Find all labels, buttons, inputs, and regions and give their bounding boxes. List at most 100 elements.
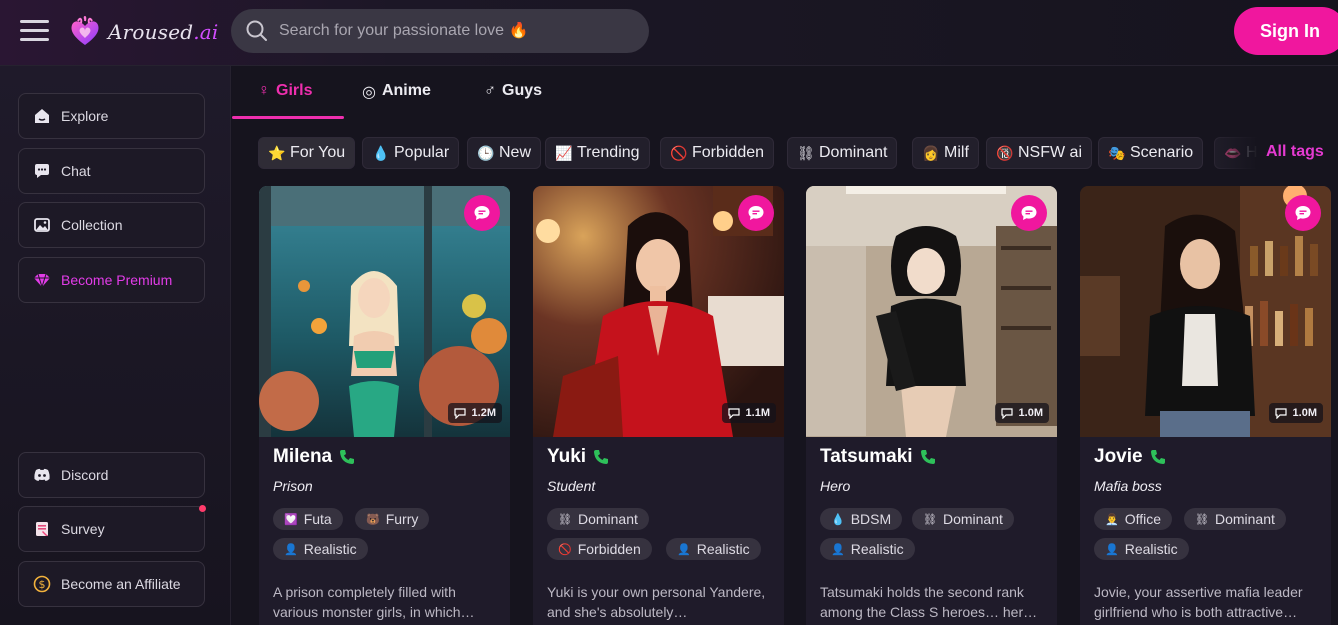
sidebar-item-chat[interactable]: Chat [18,148,205,194]
logo-text: Aroused.ai [108,20,219,44]
character-card-milena[interactable]: 1.2M Milena Prison 💟 Futa 🐻 Furry 👤 Realist… [259,186,510,625]
character-tag[interactable]: 🚫 Forbidden [547,538,652,560]
phone-icon[interactable] [338,448,356,466]
character-description: Tatsumaki holds the second rank among th… [820,584,1038,620]
tag-label: Scenario [1130,144,1194,161]
sidebar-item-label: Collection [61,217,123,233]
sidebar-item-label: Explore [61,108,109,124]
character-tag[interactable]: 💧 BDSM [820,508,903,530]
phone-icon[interactable] [592,448,610,466]
views-badge: 1.0M [994,403,1049,423]
home-icon [35,109,49,123]
name-text: Yuki [547,446,587,467]
svg-text:$: $ [39,578,46,591]
character-tag[interactable]: 👤 Realistic [1094,538,1189,560]
all-tags-link[interactable]: All tags [1266,143,1324,161]
drop-icon: 💧 [831,513,845,526]
chat-bubble-icon[interactable] [1011,195,1047,231]
name-text: Milena [273,446,333,467]
views-badge: 1.2M [447,403,502,423]
tag-label: Dominant [819,144,888,161]
character-role: Student [547,478,596,494]
chip-label: Realistic [303,541,357,557]
tag-nsfw-ai[interactable]: 🔞 NSFW ai [986,137,1092,169]
character-tag[interactable]: ⛓ Dominant [1184,508,1286,530]
chat-bubble-icon[interactable] [464,195,500,231]
chat-bubble-icon[interactable] [738,195,774,231]
menu-icon[interactable] [20,20,49,42]
tag-scenario[interactable]: 🎭 Scenario [1098,137,1204,169]
sidebar-item-explore[interactable]: Explore [18,93,205,139]
character-tag[interactable]: 💟 Futa [273,508,343,530]
character-tag[interactable]: 👤 Realistic [820,538,915,560]
sidebar-item-affiliate[interactable]: $ Become an Affiliate [18,561,205,607]
character-tag[interactable]: ⛓ Dominant [547,508,649,530]
drop-icon: 💧 [372,144,390,161]
tags-fade-overlay [1202,132,1272,174]
tag-label: New [499,144,532,161]
character-card-yuki[interactable]: 1.1M Yuki Student ⛓ Dominant 🚫 Forbidden 👤… [533,186,784,625]
tag-label: Popular [394,144,450,161]
phone-icon[interactable] [919,448,937,466]
tag-for-you[interactable]: ⭐ For You [258,137,356,169]
search-bar[interactable] [231,9,649,53]
tab-girls[interactable]: ♀ Girls [258,82,312,119]
phone-icon[interactable] [1149,448,1167,466]
tab-anime[interactable]: ◎ Anime [362,82,431,119]
tag-milf[interactable]: 👩 Milf [912,137,979,169]
diamond-icon [34,273,50,289]
character-name: Jovie [1094,446,1167,468]
tag-filter-bar: ⭐ For You 💧 Popular 🕒 New 📈 Trending 🚫 Forbid… [258,137,1338,169]
tag-popular[interactable]: 💧 Popular [362,137,460,169]
discord-icon [34,468,50,481]
character-tag[interactable]: 👤 Realistic [273,538,368,560]
tag-forbidden[interactable]: 🚫 Forbidden [660,137,775,169]
office-worker-icon: 👨‍💼 [1105,513,1119,526]
sidebar-item-premium[interactable]: Become Premium [18,257,205,303]
chain-icon: ⛓ [797,144,815,161]
character-tag[interactable]: 🐻 Furry [355,508,430,530]
search-input[interactable] [279,22,609,40]
tag-dominant[interactable]: ⛓ Dominant [787,137,898,169]
character-description: A prison completely filled with various … [273,584,475,620]
forbidden-icon: 🚫 [558,543,572,556]
person-icon: 👤 [677,543,691,556]
trending-icon: 📈 [555,144,573,161]
character-tag[interactable]: 👤 Realistic [666,538,761,560]
character-card-tatsumaki[interactable]: 1.0M Tatsumaki Hero 💧 BDSM ⛓ Dominant 👤 Rea… [806,186,1057,625]
character-card-jovie[interactable]: 1.0M Jovie Mafia boss 👨‍💼 Office ⛓ Dominan… [1080,186,1331,625]
chat-count-icon [1274,407,1287,419]
chip-label: Dominant [1214,511,1275,527]
tag-label: NSFW ai [1018,144,1082,161]
male-icon: ♂ [484,82,496,99]
tag-label: Forbidden [692,144,765,161]
character-tag[interactable]: ⛓ Dominant [912,508,1014,530]
dollar-icon: $ [33,575,51,593]
character-role: Hero [820,478,851,494]
sidebar: Explore Chat Collection Become Premium D… [0,66,231,625]
woman-icon: 👩 [922,144,940,161]
tab-guys[interactable]: ♂ Guys [484,82,542,119]
clock-icon: 🕒 [477,144,495,161]
sidebar-item-survey[interactable]: Survey [18,505,206,552]
chip-label: Realistic [696,541,750,557]
views-badge: 1.1M [721,403,776,423]
character-name: Yuki [547,446,610,468]
sidebar-item-label: Become an Affiliate [61,576,181,592]
tag-new[interactable]: 🕒 New [467,137,542,169]
chat-icon [35,164,49,178]
person-icon: 👤 [831,543,845,556]
views-count: 1.0M [1018,407,1043,419]
tag-trending[interactable]: 📈 Trending [545,137,650,169]
chat-bubble-icon[interactable] [1285,195,1321,231]
sidebar-item-discord[interactable]: Discord [18,452,205,498]
sidebar-item-label: Survey [61,521,105,537]
logo[interactable]: Aroused.ai [68,14,219,50]
chat-count-icon [727,407,740,419]
sidebar-item-collection[interactable]: Collection [18,202,205,248]
sign-in-button[interactable]: Sign In [1234,7,1338,55]
character-tag[interactable]: 👨‍💼 Office [1094,508,1173,530]
sidebar-item-label: Become Premium [61,272,173,288]
survey-icon [36,522,48,536]
bear-icon: 🐻 [366,513,380,526]
